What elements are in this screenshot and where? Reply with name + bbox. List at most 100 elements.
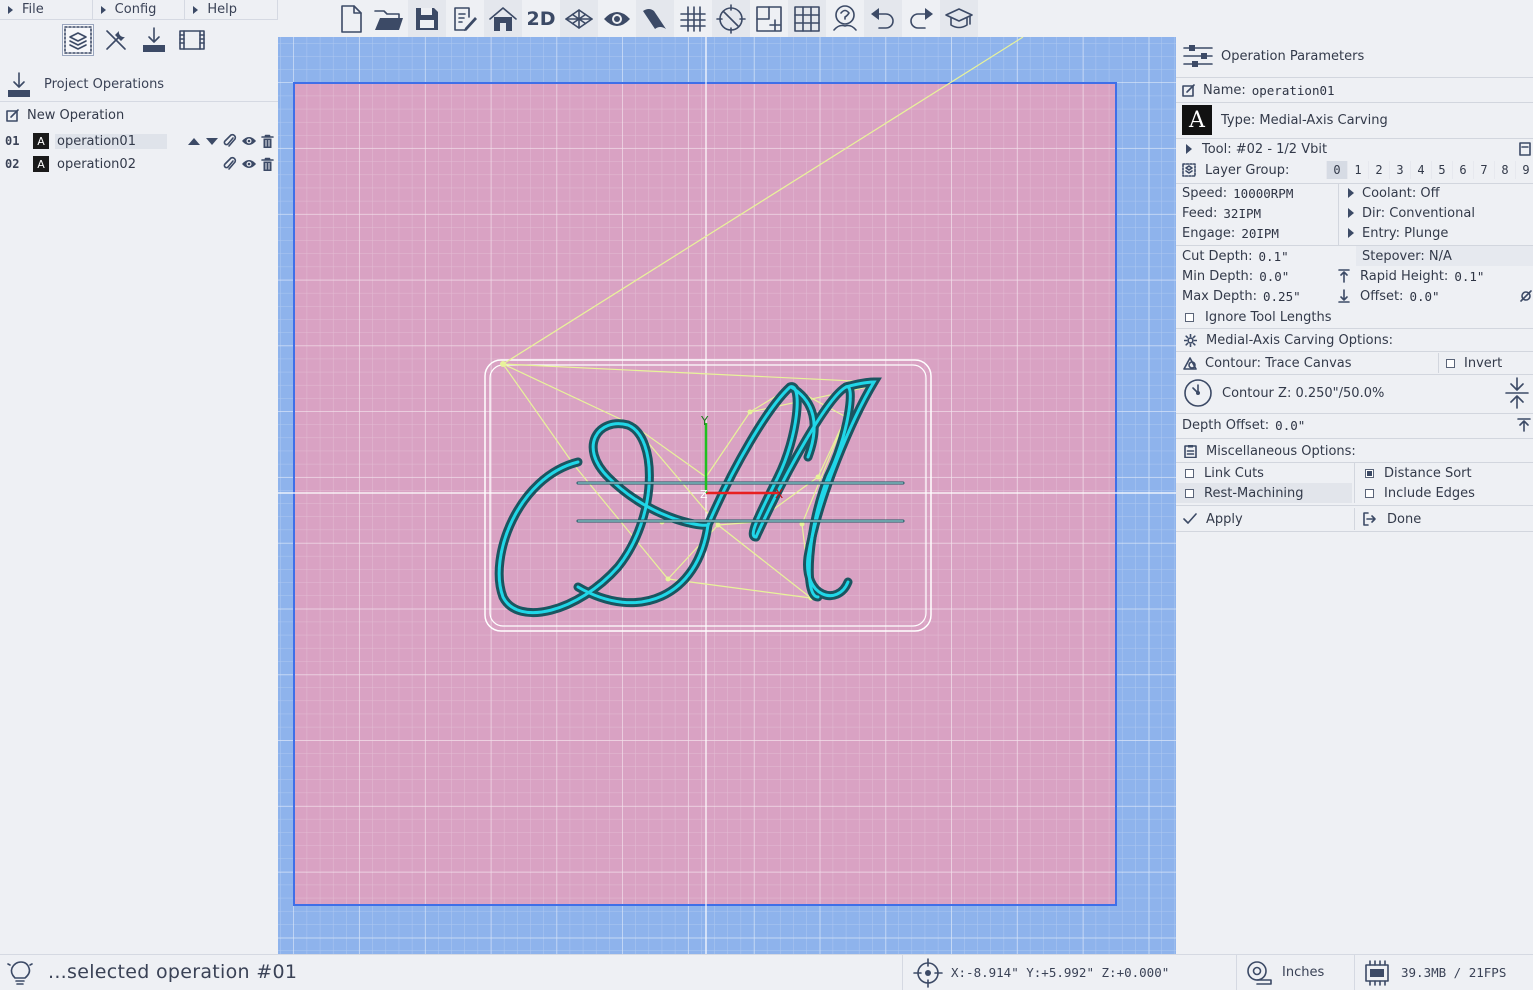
operation-row-02[interactable]: 02 A operation02	[0, 153, 278, 175]
divider	[1176, 328, 1533, 329]
depth-offset-field[interactable]: Depth Offset: 0.0"	[1176, 415, 1533, 435]
contour-z-adjust-icon[interactable]	[1503, 377, 1531, 409]
home-view-button[interactable]	[484, 0, 522, 37]
direction-selector[interactable]: Dir: Conventional	[1348, 203, 1533, 223]
max-depth-value[interactable]: 0.25"	[1263, 289, 1301, 304]
operation-type-selector[interactable]: A Type: Medial-Axis Carving	[1176, 103, 1533, 137]
engage-value[interactable]: 20IPM	[1241, 226, 1279, 241]
rest-machining-checkbox[interactable]: Rest-Machining	[1176, 483, 1352, 503]
undo-button[interactable]	[864, 0, 902, 37]
menu-config[interactable]: Config	[93, 0, 186, 19]
name-field[interactable]: Name: operation01	[1176, 79, 1533, 101]
memory-chip-icon	[1365, 960, 1389, 986]
name-value[interactable]: operation01	[1252, 83, 1335, 98]
rapid-height-icon	[1338, 269, 1350, 283]
diameter-icon[interactable]	[1520, 290, 1532, 302]
tool-selector[interactable]: Tool: #02 - 1/2 Vbit	[1176, 139, 1533, 159]
include-edges-check[interactable]	[1365, 488, 1374, 498]
delete-trash-icon[interactable]	[261, 134, 274, 149]
layer-group-3[interactable]: 3	[1389, 161, 1410, 179]
depth-offset-value[interactable]: 0.0"	[1275, 418, 1305, 433]
help-tour-button[interactable]	[826, 0, 864, 37]
tools-tab[interactable]	[100, 24, 132, 56]
grid-toggle-button[interactable]	[674, 0, 712, 37]
link-cuts-checkbox[interactable]: Link Cuts	[1176, 463, 1356, 483]
depth-offset-up-icon[interactable]	[1517, 418, 1531, 432]
invert-checkbox[interactable]: Invert	[1446, 353, 1533, 373]
snap-toggle-button[interactable]	[712, 0, 750, 37]
misc-options-label: Miscellaneous Options:	[1206, 443, 1356, 459]
view-3d-grid-button[interactable]	[560, 0, 598, 37]
layer-group-8[interactable]: 8	[1494, 161, 1515, 179]
menu-file[interactable]: File	[0, 0, 93, 19]
ignore-tool-lengths-check[interactable]	[1185, 312, 1194, 322]
redo-button[interactable]	[902, 0, 940, 37]
attach-icon[interactable]	[223, 156, 237, 172]
invert-label: Invert	[1464, 355, 1503, 371]
feed-value[interactable]: 32IPM	[1223, 206, 1261, 221]
move-down-icon[interactable]	[205, 135, 219, 147]
operation-row-01[interactable]: 01 A operation01	[0, 130, 278, 152]
operations-tab[interactable]	[138, 24, 170, 56]
entry-label: Entry: Plunge	[1362, 225, 1449, 241]
link-cuts-check[interactable]	[1185, 468, 1194, 478]
tool-library-icon[interactable]	[1519, 142, 1531, 156]
entry-selector[interactable]: Entry: Plunge	[1348, 223, 1533, 243]
visibility-eye-icon[interactable]	[241, 135, 257, 147]
add-grid-button[interactable]	[750, 0, 788, 37]
new-operation-button[interactable]: New Operation	[0, 104, 278, 126]
contour-z-field[interactable]: Contour Z: 0.250"/50.0%	[1176, 375, 1533, 411]
material-view-button[interactable]	[636, 0, 674, 37]
layers-tab[interactable]	[62, 24, 94, 56]
offset-value[interactable]: 0.0"	[1409, 289, 1439, 304]
layer-group-7[interactable]: 7	[1473, 161, 1494, 179]
cut-depth-value[interactable]: 0.1"	[1259, 249, 1289, 264]
simulation-tab[interactable]	[176, 24, 208, 56]
delete-trash-icon[interactable]	[261, 157, 274, 172]
viewport-canvas[interactable]: Y X Z	[278, 37, 1176, 954]
distance-sort-check[interactable]	[1365, 468, 1374, 478]
tutorial-button[interactable]	[940, 0, 978, 37]
layer-group-6[interactable]: 6	[1452, 161, 1473, 179]
divider	[1176, 505, 1533, 506]
rest-machining-check[interactable]	[1185, 488, 1194, 498]
offset-field[interactable]: Offset: 0.0"	[1338, 286, 1533, 306]
toggle-visibility-button[interactable]	[598, 0, 636, 37]
speed-value[interactable]: 10000RPM	[1233, 186, 1293, 201]
units-toggle[interactable]: Inches	[1282, 965, 1324, 980]
move-up-icon[interactable]	[187, 135, 201, 147]
distance-sort-checkbox[interactable]: Distance Sort	[1356, 463, 1533, 483]
layer-group-0[interactable]: 0	[1326, 161, 1347, 179]
rapid-height-value[interactable]: 0.1"	[1454, 269, 1484, 284]
status-bar: ...selected operation #01 X:-8.914" Y:+5…	[0, 954, 1533, 990]
contour-shape-icon	[1183, 356, 1197, 370]
menu-config-label: Config	[114, 2, 157, 17]
edit-document-icon	[454, 6, 477, 31]
rapid-height-field[interactable]: Rapid Height: 0.1"	[1338, 266, 1533, 286]
eye-icon	[604, 11, 630, 26]
layer-group-1[interactable]: 1	[1347, 161, 1368, 179]
layer-group-4[interactable]: 4	[1410, 161, 1431, 179]
attach-icon[interactable]	[223, 133, 237, 149]
ignore-tool-lengths-checkbox[interactable]: Ignore Tool Lengths	[1176, 307, 1533, 327]
layer-group-5[interactable]: 5	[1431, 161, 1452, 179]
operation-number: 02	[5, 157, 20, 171]
remove-grid-button[interactable]	[788, 0, 826, 37]
view-2d-button[interactable]: 2D	[522, 0, 560, 37]
done-button[interactable]: Done	[1356, 508, 1533, 530]
invert-check[interactable]	[1446, 358, 1455, 368]
min-depth-value[interactable]: 0.0"	[1259, 269, 1289, 284]
layer-group-2[interactable]: 2	[1368, 161, 1389, 179]
include-edges-checkbox[interactable]: Include Edges	[1356, 483, 1533, 503]
axis-x-label: X	[775, 487, 783, 501]
menu-help[interactable]: Help	[185, 0, 279, 19]
apply-button[interactable]: Apply	[1176, 508, 1354, 530]
coolant-selector[interactable]: Coolant: Off	[1348, 183, 1533, 203]
save-file-button[interactable]	[408, 0, 446, 37]
open-file-button[interactable]	[370, 0, 408, 37]
rest-machining-label: Rest-Machining	[1204, 485, 1304, 501]
edit-project-button[interactable]	[446, 0, 484, 37]
visibility-eye-icon[interactable]	[241, 158, 257, 170]
new-file-button[interactable]	[332, 0, 370, 37]
layer-group-9[interactable]: 9	[1515, 161, 1533, 179]
